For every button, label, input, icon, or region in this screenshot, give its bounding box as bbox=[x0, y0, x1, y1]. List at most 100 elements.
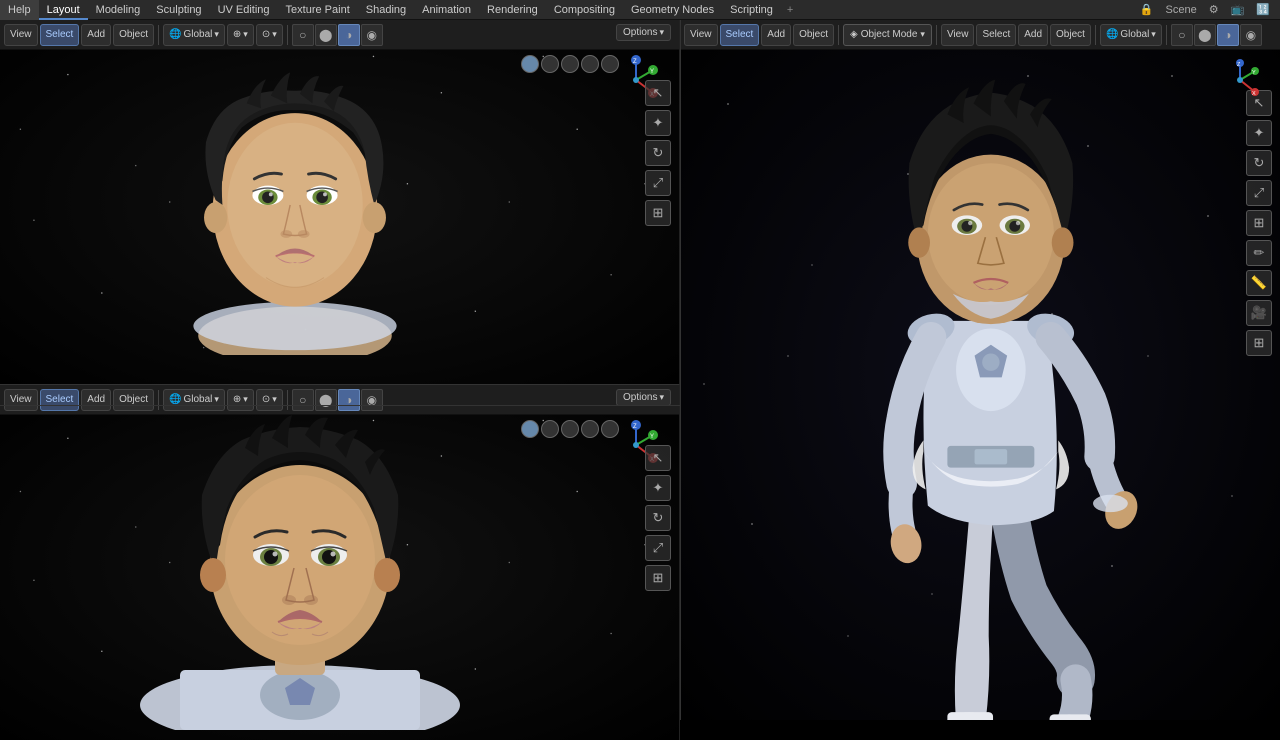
menu-geometry-nodes[interactable]: Geometry Nodes bbox=[623, 0, 722, 20]
layer-2-bottom[interactable] bbox=[541, 420, 559, 438]
cursor-icon-top: ↖ bbox=[653, 85, 664, 101]
add-menu-bottom[interactable]: Add bbox=[81, 389, 111, 411]
wire-right[interactable] bbox=[1171, 24, 1193, 46]
move-tool-right[interactable]: ✦ bbox=[1246, 120, 1272, 146]
object-menu-bottom[interactable]: Object bbox=[113, 389, 154, 411]
view-menu-right[interactable]: View bbox=[684, 24, 718, 46]
camera-tool-right[interactable]: 🎥 bbox=[1246, 300, 1272, 326]
dropdown-bottom bbox=[214, 394, 219, 405]
viewport-top[interactable]: View Select Add Object Global ⊕ ⊙ bbox=[0, 20, 680, 385]
number-icon[interactable]: 🔢 bbox=[1252, 3, 1274, 16]
layer-2-top[interactable] bbox=[541, 55, 559, 73]
object-menu-top[interactable]: Object bbox=[113, 24, 154, 46]
mat-right[interactable] bbox=[1217, 24, 1239, 46]
viewport-right[interactable]: View Select Add Object ◈ Object Mode Vie… bbox=[680, 20, 1280, 720]
add-menu-right[interactable]: Add bbox=[761, 24, 791, 46]
scale-tool-right[interactable]: ⤢ bbox=[1246, 180, 1272, 206]
options-btn-bottom[interactable]: Options bbox=[616, 389, 671, 406]
scale-icon-right: ⤢ bbox=[1254, 185, 1264, 201]
cursor-tool-bottom[interactable]: ↖ bbox=[645, 445, 671, 471]
menu-sculpting[interactable]: Sculpting bbox=[148, 0, 209, 20]
viewport-bottom[interactable]: View Select Add Object Global ⊕ ⊙ bbox=[0, 385, 680, 740]
settings-icon[interactable]: ⚙ bbox=[1205, 3, 1223, 16]
shade-material-top[interactable] bbox=[338, 24, 360, 46]
rotate-icon-bottom: ↻ bbox=[653, 510, 664, 526]
options-btn-top[interactable]: Options bbox=[616, 24, 671, 41]
layer-4-bottom[interactable] bbox=[581, 420, 599, 438]
divider-vertical[interactable] bbox=[680, 20, 681, 720]
xyz-gizmo-right-vp[interactable]: Z Y X bbox=[1218, 58, 1262, 102]
menu-layout[interactable]: Layout bbox=[39, 0, 88, 20]
shade-solid-bottom[interactable]: ⬤ bbox=[315, 389, 337, 411]
snap-btn-bottom[interactable]: ⊕ bbox=[227, 389, 254, 411]
render-right[interactable] bbox=[1240, 24, 1262, 46]
transform-orientation-bottom[interactable]: Global bbox=[163, 389, 225, 411]
menu-rendering[interactable]: Rendering bbox=[479, 0, 546, 20]
prop-btn-bottom[interactable]: ⊙ bbox=[256, 389, 283, 411]
menu-shading[interactable]: Shading bbox=[358, 0, 414, 20]
separator1 bbox=[158, 25, 159, 45]
rotate-tool-top[interactable]: ↻ bbox=[645, 140, 671, 166]
options-label-top: Options bbox=[623, 27, 657, 38]
scene-label[interactable]: Scene bbox=[1162, 4, 1201, 16]
add-workspace-button[interactable]: + bbox=[781, 0, 799, 20]
menu-modeling[interactable]: Modeling bbox=[88, 0, 149, 20]
transform-tool-right[interactable]: ⊞ bbox=[1246, 210, 1272, 236]
select-menu-right[interactable]: Select bbox=[720, 24, 760, 46]
rotate-tool-bottom[interactable]: ↻ bbox=[645, 505, 671, 531]
menu-compositing[interactable]: Compositing bbox=[546, 0, 623, 20]
menu-animation[interactable]: Animation bbox=[414, 0, 479, 20]
shade-render-bottom[interactable] bbox=[361, 389, 383, 411]
scale-tool-bottom[interactable]: ⤢ bbox=[645, 535, 671, 561]
select-menu-top[interactable]: Select bbox=[40, 24, 80, 46]
lock-icon[interactable]: 🔒 bbox=[1136, 3, 1158, 16]
measure-tool-right[interactable]: 📏 bbox=[1246, 270, 1272, 296]
divider-horizontal[interactable] bbox=[0, 405, 680, 406]
annotate-icon-right: ✏ bbox=[1254, 245, 1265, 261]
layer-3-top[interactable] bbox=[561, 55, 579, 73]
snap-dd-bottom bbox=[243, 394, 248, 405]
shade-render-top[interactable] bbox=[361, 24, 383, 46]
transform-tool-top[interactable]: ⊞ bbox=[645, 200, 671, 226]
rotate-tool-right[interactable]: ↻ bbox=[1246, 150, 1272, 176]
cursor-tool-top[interactable]: ↖ bbox=[645, 80, 671, 106]
layer-5-top[interactable] bbox=[601, 55, 619, 73]
view-menu-top[interactable]: View bbox=[4, 24, 38, 46]
select-btn-right2[interactable]: Select bbox=[976, 24, 1016, 46]
layer-1-bottom[interactable] bbox=[521, 420, 539, 438]
view-btn-right[interactable]: View bbox=[941, 24, 975, 46]
transform-tool-bottom[interactable]: ⊞ bbox=[645, 565, 671, 591]
move-tool-top[interactable]: ✦ bbox=[645, 110, 671, 136]
shade-mat-bottom[interactable] bbox=[338, 389, 360, 411]
annotate-tool-right[interactable]: ✏ bbox=[1246, 240, 1272, 266]
shade-wire-bottom[interactable] bbox=[292, 389, 314, 411]
select-menu-bottom[interactable]: Select bbox=[40, 389, 80, 411]
screen-icon[interactable]: 📺 bbox=[1227, 3, 1249, 16]
layer-4-top[interactable] bbox=[581, 55, 599, 73]
svg-text:Y: Y bbox=[650, 434, 654, 440]
object-mode-dropdown[interactable]: ◈ Object Mode bbox=[843, 24, 932, 46]
scale-tool-top[interactable]: ⤢ bbox=[645, 170, 671, 196]
object-btn-right2[interactable]: Object bbox=[1050, 24, 1091, 46]
menu-scripting[interactable]: Scripting bbox=[722, 0, 781, 20]
proportional-btn-top[interactable]: ⊙ bbox=[256, 24, 283, 46]
global-btn-right[interactable]: Global bbox=[1100, 24, 1162, 46]
layer-3-bottom[interactable] bbox=[561, 420, 579, 438]
menu-uv-editing[interactable]: UV Editing bbox=[210, 0, 278, 20]
layer-1-top[interactable] bbox=[521, 55, 539, 73]
shade-wire-top[interactable] bbox=[292, 24, 314, 46]
menu-help[interactable]: Help bbox=[0, 0, 39, 20]
layer-5-bottom[interactable] bbox=[601, 420, 619, 438]
grid-tool-right[interactable]: ⊞ bbox=[1246, 330, 1272, 356]
menubar-right: 🔒 Scene ⚙ 📺 🔢 bbox=[1136, 3, 1280, 16]
object-menu-right[interactable]: Object bbox=[793, 24, 834, 46]
solid-right[interactable]: ⬤ bbox=[1194, 24, 1216, 46]
shade-solid-top[interactable]: ⬤ bbox=[315, 24, 337, 46]
menu-texture-paint[interactable]: Texture Paint bbox=[278, 0, 358, 20]
add-btn-right2[interactable]: Add bbox=[1018, 24, 1048, 46]
move-tool-bottom[interactable]: ✦ bbox=[645, 475, 671, 501]
transform-orientation-top[interactable]: Global bbox=[163, 24, 225, 46]
add-menu-top[interactable]: Add bbox=[81, 24, 111, 46]
view-menu-bottom[interactable]: View bbox=[4, 389, 38, 411]
snap-btn-top[interactable]: ⊕ bbox=[227, 24, 254, 46]
